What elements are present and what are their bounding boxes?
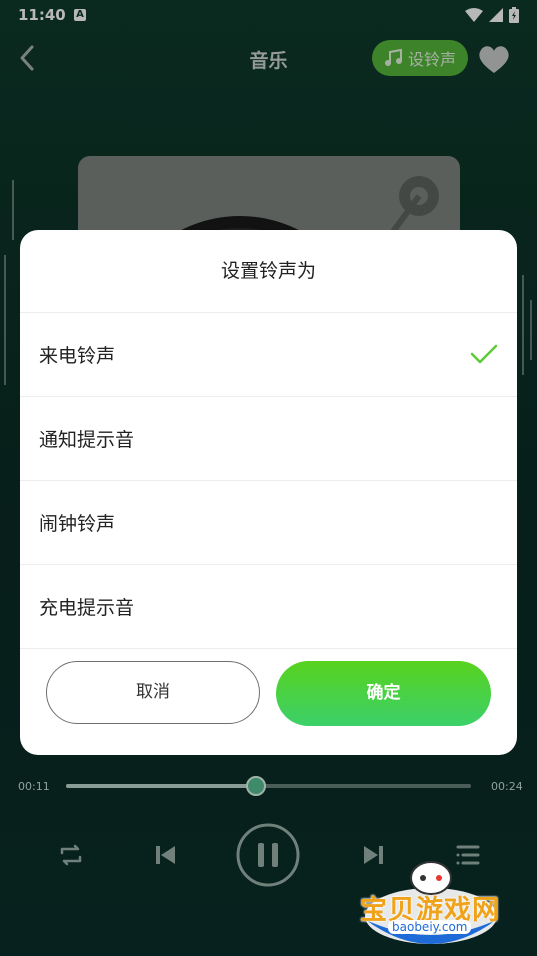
previous-track-icon[interactable]: [153, 842, 179, 868]
watermark-url: baobeiy.com: [388, 920, 472, 934]
current-time: 00:11: [18, 780, 50, 793]
checkmark-icon: [470, 344, 498, 364]
pause-button-icon[interactable]: [235, 822, 301, 888]
option-label: 来电铃声: [39, 345, 116, 367]
option-label: 通知提示音: [39, 429, 135, 451]
eq-bar-left-2: [4, 255, 6, 385]
option-label: 闹钟铃声: [39, 513, 116, 535]
confirm-button[interactable]: 确定: [276, 661, 491, 726]
dialog-button-row: 取消 确定: [20, 660, 517, 726]
watermark-logo: 宝贝游戏网 baobeiy.com: [356, 858, 506, 950]
option-alarm[interactable]: 闹钟铃声: [20, 481, 517, 565]
seek-bar[interactable]: [66, 776, 471, 796]
eq-bar-right: [522, 275, 524, 375]
cancel-button[interactable]: 取消: [46, 661, 260, 724]
seek-bar-fill: [66, 784, 257, 788]
dialog-title: 设置铃声为: [20, 230, 517, 313]
total-time: 00:24: [491, 780, 523, 793]
option-incoming-call[interactable]: 来电铃声: [20, 313, 517, 397]
ringtone-dialog: 设置铃声为 来电铃声 通知提示音 闹钟铃声 充电提示音 取消 确定: [20, 230, 517, 755]
option-charging[interactable]: 充电提示音: [20, 565, 517, 649]
option-notification[interactable]: 通知提示音: [20, 397, 517, 481]
playback-progress: 00:11 00:24: [0, 772, 537, 802]
eq-bar-left: [12, 180, 14, 240]
seek-handle[interactable]: [246, 776, 267, 796]
option-label: 充电提示音: [39, 597, 135, 619]
eq-bar-right-2: [530, 300, 532, 360]
repeat-icon[interactable]: [56, 840, 86, 870]
